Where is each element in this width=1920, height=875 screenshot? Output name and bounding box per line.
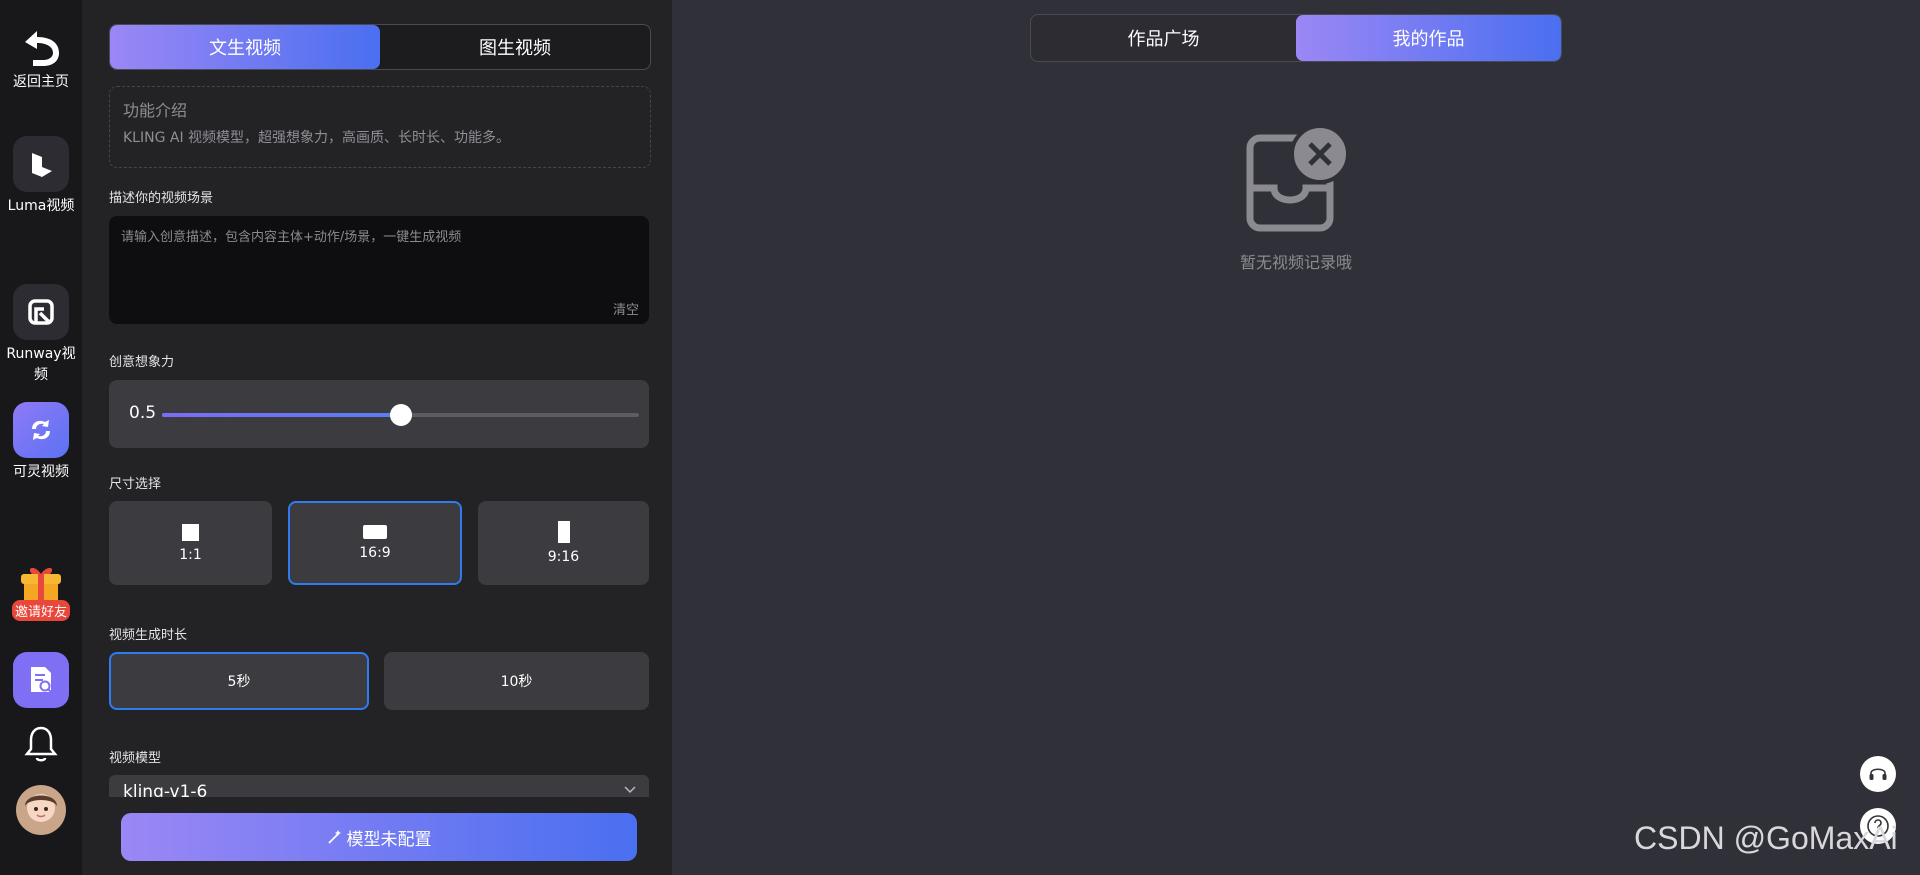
clear-button[interactable]: 清空 (613, 299, 639, 318)
creativity-slider-box: 0.5 (109, 380, 649, 448)
rail-item-label: Runway视频 (6, 346, 76, 383)
prompt-input[interactable] (119, 224, 628, 298)
rail-item-kling[interactable]: 可灵视频 (0, 402, 82, 483)
tab-works-plaza[interactable]: 作品广场 (1031, 15, 1296, 61)
rail-item-label: Luma视频 (7, 198, 75, 214)
notifications-button[interactable] (0, 724, 82, 764)
rail-item-label: 可灵视频 (13, 464, 69, 480)
left-rail: 返回主页 Luma视频 Runway视频 可灵视频 邀请好友 (0, 0, 82, 875)
generation-panel: 文生视频 图生视频 功能介绍 KLING AI 视频模型，超强想象力，高画质、长… (82, 0, 672, 875)
size-label: 尺寸选择 (109, 477, 162, 492)
square-ratio-icon (182, 523, 199, 541)
intro-description: KLING AI 视频模型，超强想象力，高画质、长时长、功能多。 (123, 130, 511, 146)
customer-service-button[interactable] (1860, 756, 1896, 792)
intro-title: 功能介绍 (123, 101, 188, 120)
generate-button-label: 模型未配置 (346, 829, 432, 850)
invite-friends-label: 邀请好友 (11, 600, 70, 621)
tab-text-to-video[interactable]: 文生视频 (110, 25, 380, 69)
prompt-label: 描述你的视频场景 (109, 191, 214, 206)
empty-state (1236, 120, 1356, 244)
creativity-label: 创意想象力 (109, 355, 175, 370)
size-option-9-16[interactable]: 9:16 (478, 501, 649, 585)
duration-option-10s[interactable]: 10秒 (384, 652, 649, 710)
tab-image-to-video[interactable]: 图生视频 (380, 25, 650, 69)
user-avatar[interactable] (0, 784, 82, 836)
luma-icon (13, 136, 69, 192)
back-arrow-icon (25, 31, 59, 66)
portrait-ratio-icon (557, 521, 570, 543)
runway-icon (13, 284, 69, 340)
empty-state-text: 暂无视频记录哦 (1239, 253, 1352, 272)
prompt-box: 清空 (109, 216, 649, 324)
bell-icon (24, 726, 58, 762)
creativity-slider-fill (162, 413, 401, 417)
works-tabs: 作品广场 我的作品 (1030, 14, 1562, 62)
size-option-1-1[interactable]: 1:1 (109, 501, 272, 585)
size-option-label: 9:16 (547, 549, 580, 565)
document-search-button[interactable] (0, 652, 82, 708)
chevron-down-icon (624, 786, 636, 794)
landscape-ratio-icon (363, 525, 387, 539)
back-home-button[interactable]: 返回主页 (0, 22, 82, 93)
creativity-slider-track[interactable] (162, 404, 639, 426)
invite-friends-button[interactable]: 邀请好友 (0, 564, 82, 629)
size-option-16-9[interactable]: 16:9 (288, 501, 462, 585)
back-home-label: 返回主页 (13, 74, 69, 90)
rail-item-runway[interactable]: Runway视频 (0, 284, 82, 386)
tab-my-works[interactable]: 我的作品 (1296, 15, 1561, 61)
empty-inbox-icon (1246, 124, 1350, 232)
size-option-label: 16:9 (359, 545, 391, 561)
headset-icon (1869, 768, 1887, 780)
magic-wand-icon (327, 830, 341, 844)
size-option-label: 1:1 (179, 546, 202, 563)
model-label: 视频模型 (109, 751, 162, 766)
mode-tabs: 文生视频 图生视频 (109, 24, 651, 70)
rail-item-luma[interactable]: Luma视频 (0, 136, 82, 217)
feature-intro: 功能介绍 KLING AI 视频模型，超强想象力，高画质、长时长、功能多。 (109, 86, 651, 168)
generate-button[interactable]: 模型未配置 (121, 813, 637, 861)
watermark-text: CSDN @GoMaxAi (1634, 820, 1898, 856)
creativity-slider-thumb[interactable] (389, 404, 412, 426)
duration-option-5s[interactable]: 5秒 (109, 652, 369, 710)
avatar-icon (16, 785, 66, 835)
document-search-icon (13, 652, 69, 708)
creativity-value: 0.5 (129, 403, 157, 423)
duration-label: 视频生成时长 (109, 628, 188, 643)
kling-icon (13, 402, 69, 458)
